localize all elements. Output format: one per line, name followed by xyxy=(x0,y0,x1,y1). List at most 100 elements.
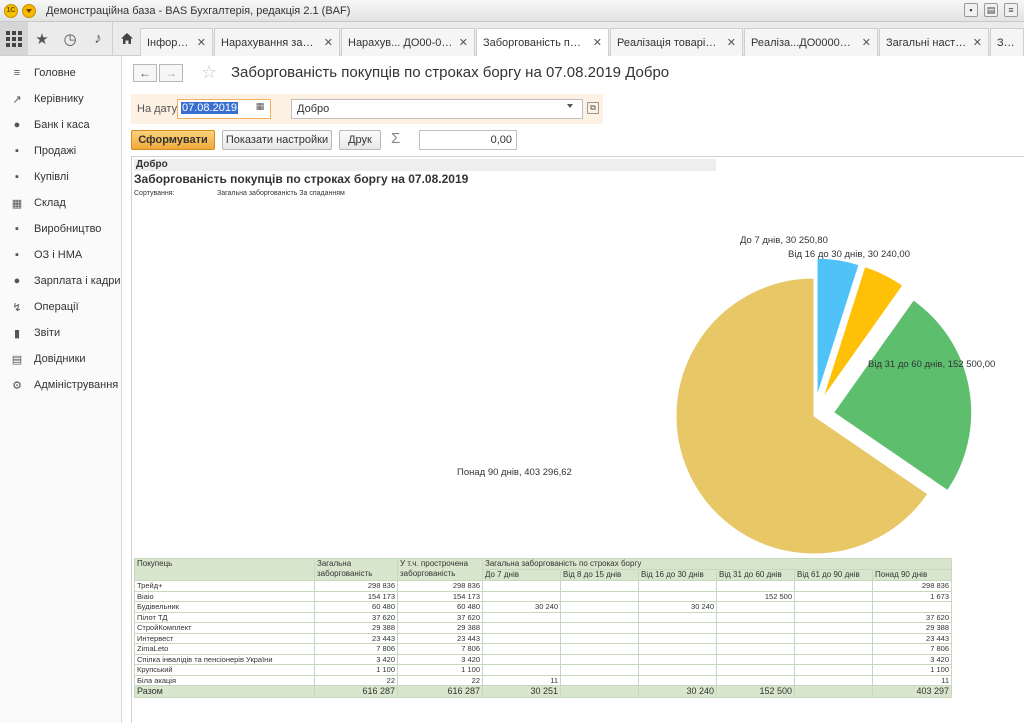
app-logo-icon[interactable]: 1С xyxy=(4,3,18,18)
sort-value: Загальна заборгованість За спаданням xyxy=(217,190,345,197)
tab-goods-sales[interactable]: Реалізація товарів і по...✕ xyxy=(610,28,743,56)
cell-overdue: 3 420 xyxy=(397,653,483,665)
cell-total: 23 443 xyxy=(314,632,398,644)
show-settings-button[interactable]: Показати настройки xyxy=(222,130,332,150)
close-tab-icon[interactable]: ✕ xyxy=(197,36,206,49)
cell-buyer: Интервест xyxy=(134,632,315,644)
close-tab-icon[interactable]: ✕ xyxy=(727,36,736,49)
table-row[interactable]: Віаіо 154 173 154 173 152 500 1 673 xyxy=(134,590,952,602)
operations-icon: ↯ xyxy=(12,301,22,314)
all-sections-icon[interactable] xyxy=(0,22,28,55)
date-value: 07.08.2019 xyxy=(181,102,239,114)
total-cell-b5 xyxy=(794,685,873,698)
main-menu-icon[interactable] xyxy=(22,3,36,18)
cell-b2 xyxy=(560,601,639,613)
cell-overdue: 29 388 xyxy=(397,622,483,634)
cell-b3 xyxy=(638,643,717,655)
tab-reports[interactable]: Звіти xyxy=(990,28,1024,56)
close-tab-icon[interactable]: ✕ xyxy=(973,36,982,49)
sidebar-item-reports[interactable]: ▮ Звіти xyxy=(0,320,121,346)
cell-b2 xyxy=(560,611,639,623)
sidebar-item-salary[interactable]: ● Зарплата і кадри xyxy=(0,268,121,294)
print-icon[interactable]: ▤ xyxy=(984,3,998,17)
notifications-bell-icon[interactable]: ♪ xyxy=(84,22,112,55)
tab-payroll-doc[interactable]: Нарахув... ДО00-000001✕ xyxy=(341,28,475,56)
slice-label: Понад 90 днів, 403 296,62 xyxy=(457,467,572,478)
header-overdue: У т.ч. прострочена заборгованість xyxy=(397,558,483,581)
table-row[interactable]: Спілка інвалідів та пенсіонерів України 3… xyxy=(134,653,952,665)
organization-field[interactable]: Добро xyxy=(291,99,583,119)
sidebar-item-main[interactable]: ≡ Головне xyxy=(0,60,121,86)
print-button[interactable]: Друк xyxy=(339,130,381,150)
cell-b5 xyxy=(794,632,873,644)
coin-icon: ● xyxy=(13,119,21,131)
cell-b6: 37 620 xyxy=(872,611,952,623)
header-total: Загальна заборгованість xyxy=(314,558,398,581)
trend-icon: ↗ xyxy=(12,93,22,106)
tab-supplier-debt[interactable]: Заборгованість поста...✕ xyxy=(476,28,609,56)
close-tab-icon[interactable]: ✕ xyxy=(324,36,333,49)
cell-b1: 30 240 xyxy=(482,601,561,613)
cell-b4 xyxy=(716,643,795,655)
header-bucket-2: Від 8 до 15 днів xyxy=(560,569,639,581)
tab-payroll[interactable]: Нарахування зарплати✕ xyxy=(214,28,340,56)
table-row[interactable]: Трейд+ 298 836 298 836 298 836 xyxy=(134,580,952,592)
slice-label: Від 16 до 30 днів, 30 240,00 xyxy=(788,249,910,260)
table-row[interactable]: Будівельник 60 480 60 480 30 240 30 240 xyxy=(134,601,952,613)
sidebar-item-purchases[interactable]: ▪ Купівлі xyxy=(0,164,121,190)
sidebar-item-warehouse[interactable]: ▦ Склад xyxy=(0,190,121,216)
truck-icon: ▪ xyxy=(15,249,19,261)
table-row[interactable]: Интервест 23 443 23 443 23 443 xyxy=(134,632,952,644)
cell-b6: 7 806 xyxy=(872,643,952,655)
open-icon[interactable]: ⧉ xyxy=(587,102,599,114)
close-tab-icon[interactable]: ✕ xyxy=(593,36,602,49)
total-cell-buyer: Разом xyxy=(134,685,315,698)
sidebar-item-bank[interactable]: ● Банк і каса xyxy=(0,112,121,138)
total-cell-total: 616 287 xyxy=(314,685,398,698)
close-tab-icon[interactable]: ✕ xyxy=(862,36,871,49)
table-row[interactable]: Крупський 1 100 1 100 1 100 xyxy=(134,664,952,676)
table-row[interactable]: СтройКомплект 29 388 29 388 29 388 xyxy=(134,622,952,634)
header-bucket-3: Від 16 до 30 днів xyxy=(638,569,717,581)
table-row[interactable]: Пілот ТД 37 620 37 620 37 620 xyxy=(134,611,952,623)
generate-button[interactable]: Сформувати xyxy=(131,130,215,150)
table-row[interactable]: ZimaLeto 7 806 7 806 7 806 xyxy=(134,643,952,655)
window-menu-icon[interactable]: ≡ xyxy=(1004,3,1018,17)
table-row[interactable]: Біла акація 22 22 11 11 xyxy=(134,674,952,686)
sidebar-item-sales[interactable]: ▪ Продажі xyxy=(0,138,121,164)
report-spreadsheet[interactable]: Добро Заборгованість покупців по строках… xyxy=(131,156,1024,723)
cell-b3 xyxy=(638,664,717,676)
total-cell-overdue: 616 287 xyxy=(397,685,483,698)
total-cell-b2 xyxy=(560,685,639,698)
cell-b4 xyxy=(716,622,795,634)
cell-b2 xyxy=(560,622,639,634)
cell-b4 xyxy=(716,664,795,676)
tab-information[interactable]: Інформація✕ xyxy=(140,28,213,56)
tab-sales-doc[interactable]: Реаліза...ДО000000018✕ xyxy=(744,28,878,56)
sidebar-item-manager[interactable]: ↗ Керівнику xyxy=(0,86,121,112)
cell-b3 xyxy=(638,622,717,634)
forward-arrow-icon[interactable]: → xyxy=(159,64,183,82)
sidebar-item-fixed-assets[interactable]: ▪ ОЗ і НМА xyxy=(0,242,121,268)
tab-strip: ★ ◷ ♪ Інформація✕ Нарахування зарплати✕ … xyxy=(0,22,1024,56)
save-icon[interactable]: ▪ xyxy=(964,3,978,17)
sidebar-item-operations[interactable]: ↯ Операції xyxy=(0,294,121,320)
close-tab-icon[interactable]: ✕ xyxy=(459,36,468,49)
history-icon[interactable]: ◷ xyxy=(56,22,84,55)
tab-general-settings[interactable]: Загальні настройки✕ xyxy=(879,28,989,56)
favorites-star-icon[interactable]: ★ xyxy=(28,22,56,55)
sidebar-item-administration[interactable]: ⚙ Адміністрування xyxy=(0,372,121,398)
cell-buyer: ZimaLeto xyxy=(134,643,315,655)
calendar-icon[interactable]: ▦ xyxy=(253,101,267,115)
chevron-down-icon[interactable] xyxy=(567,104,573,108)
back-arrow-icon[interactable]: ← xyxy=(133,64,157,82)
favorite-star-icon[interactable]: ☆ xyxy=(201,62,217,83)
cell-b4 xyxy=(716,601,795,613)
sidebar-item-directories[interactable]: ▤ Довідники xyxy=(0,346,121,372)
home-icon[interactable] xyxy=(112,22,140,55)
total-cell-b3: 30 240 xyxy=(638,685,717,698)
cell-b5 xyxy=(794,601,873,613)
gear-icon: ⚙ xyxy=(12,379,22,392)
sidebar-item-production[interactable]: ▪ Виробництво xyxy=(0,216,121,242)
cell-overdue: 23 443 xyxy=(397,632,483,644)
